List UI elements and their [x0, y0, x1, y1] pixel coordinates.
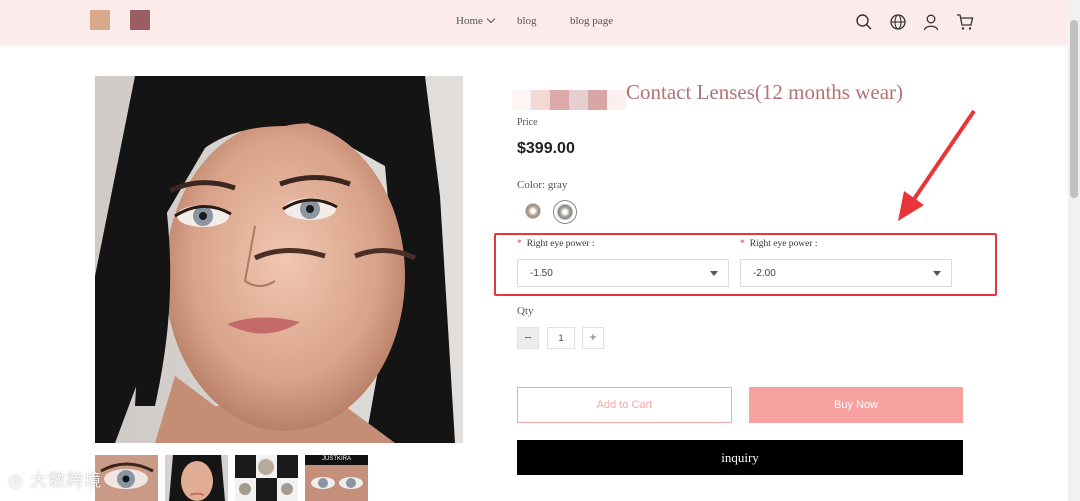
required-marker: *: [740, 239, 745, 249]
red-arrow-annotation: [898, 109, 976, 221]
qty-input[interactable]: 1: [547, 327, 575, 349]
chevron-down-icon: [486, 14, 496, 24]
right-eye-power-select-2[interactable]: -2.00: [740, 259, 952, 287]
add-to-cart-button[interactable]: Add to Cart: [517, 387, 732, 423]
inquiry-button[interactable]: inquiry: [517, 440, 963, 475]
nav-blog[interactable]: blog: [517, 15, 537, 27]
search-icon[interactable]: [855, 13, 873, 31]
required-marker: *: [517, 239, 522, 249]
watermark-label: 大数跨境: [30, 471, 103, 491]
product-page: Home blog blog page JUSTKIRA Contact Len…: [0, 0, 1080, 501]
nav-home-label: Home: [456, 15, 483, 27]
price-label: Price: [517, 117, 538, 128]
thumbnail-1[interactable]: [95, 455, 158, 501]
color-swatch-gray[interactable]: [553, 200, 577, 224]
logo-block-right[interactable]: [130, 10, 150, 30]
product-title: Contact Lenses(12 months wear): [626, 80, 904, 104]
thumbnail-4-brand-text: JUSTKIRA: [321, 456, 351, 462]
main-product-image[interactable]: [95, 76, 463, 443]
right-eye-power-select-1[interactable]: -1.50: [517, 259, 729, 287]
select-value: -1.50: [530, 268, 553, 279]
qty-increment-button[interactable]: +: [582, 327, 604, 349]
globe-icon[interactable]: [889, 13, 907, 31]
qty-label: Qty: [517, 305, 534, 317]
user-icon[interactable]: [922, 13, 940, 31]
buy-now-button[interactable]: Buy Now: [749, 387, 963, 423]
right-eye-power-label-1: * Right eye power :: [517, 239, 595, 249]
nav-blog-page[interactable]: blog page: [570, 15, 613, 27]
cart-icon[interactable]: [956, 13, 974, 31]
model-portrait-image: [95, 76, 463, 443]
field-label-text: Right eye power :: [749, 239, 818, 249]
nav-home[interactable]: Home: [456, 14, 496, 27]
page-scrollbar[interactable]: [1068, 0, 1080, 501]
watermark-logo-icon: ◎: [8, 471, 24, 491]
color-swatch-brown[interactable]: [522, 200, 546, 224]
thumbnail-2[interactable]: [165, 455, 228, 501]
watermark-text: ◎ 大数跨境: [8, 466, 102, 491]
thumbnail-3[interactable]: [235, 455, 298, 501]
color-label: Color: gray: [517, 179, 568, 191]
title-mosaic-mask: [512, 90, 626, 110]
right-eye-power-label-2: * Right eye power :: [740, 239, 818, 249]
scrollbar-thumb[interactable]: [1070, 20, 1078, 198]
thumbnail-strip: JUSTKIRA: [95, 455, 368, 501]
field-label-text: Right eye power :: [526, 239, 595, 249]
caret-down-icon: [933, 271, 941, 276]
select-value: -2.00: [753, 268, 776, 279]
logo-block-left[interactable]: [90, 10, 110, 30]
product-price: $399.00: [517, 140, 575, 157]
qty-decrement-button[interactable]: −: [517, 327, 539, 349]
site-header: Home blog blog page: [0, 0, 1068, 45]
caret-down-icon: [710, 271, 718, 276]
thumbnail-4[interactable]: JUSTKIRA: [305, 455, 368, 501]
